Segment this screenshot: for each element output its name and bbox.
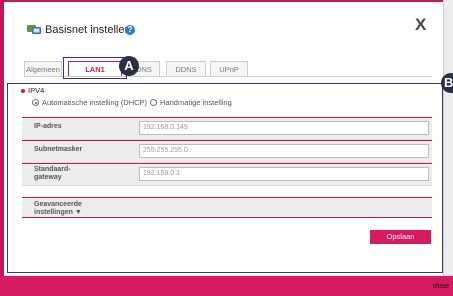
form-row-gateway: Standaard- gateway 192.168.0.1	[22, 163, 432, 186]
callout-a: A	[119, 56, 139, 76]
dialog-title: Basisnet instellen	[45, 24, 131, 36]
radio-manual[interactable]	[150, 99, 158, 106]
subnet-label: Subnetmasker	[34, 146, 83, 153]
gateway-label: Standaard- gateway	[34, 166, 71, 181]
tabs-divider	[24, 76, 432, 77]
bullet-icon	[21, 89, 25, 94]
advanced-settings-toggle[interactable]: Geavanceerde instellingen ▼	[22, 197, 432, 218]
tab-algemeen[interactable]: Algemeen	[24, 61, 62, 76]
tab-lan1[interactable]: LAN1	[68, 61, 122, 77]
save-button[interactable]: Opslaan	[370, 230, 431, 244]
tab-upnp[interactable]: UPnP	[210, 61, 248, 76]
tab-ddns[interactable]: DDNS	[166, 61, 206, 76]
close-icon[interactable]: X	[415, 15, 426, 35]
subnet-input[interactable]: 255.255.255.0	[139, 144, 429, 158]
section-ipv4: IPV4	[21, 86, 44, 95]
advanced-label: Geavanceerde instellingen ▼	[34, 201, 82, 217]
help-icon[interactable]: ?	[125, 25, 135, 35]
radio-auto[interactable]	[32, 99, 39, 106]
form-row-subnet: Subnetmasker 255.255.255.0	[22, 140, 432, 163]
ip-input[interactable]: 192.168.0.149	[139, 121, 429, 135]
bottom-bar: close	[0, 276, 453, 296]
form-row-ip: IP-adres 192.168.0.149	[22, 117, 432, 140]
ip-label: IP-adres	[34, 123, 62, 130]
chevron-down-icon: ▼	[74, 209, 82, 216]
gateway-input[interactable]: 192.168.0.1	[139, 167, 429, 181]
ip-mode-group: Automatische instelling (DHCP) Handmatig…	[32, 98, 232, 107]
radio-auto-label: Automatische instelling (DHCP)	[42, 98, 148, 107]
close-link[interactable]: close	[433, 283, 449, 290]
ip-form: IP-adres 192.168.0.149 Subnetmasker 255.…	[22, 117, 432, 186]
side-panel	[443, 0, 453, 276]
section-title: IPV4	[28, 86, 45, 95]
network-icon	[27, 25, 41, 34]
radio-manual-label: Handmatige instelling	[160, 98, 232, 107]
